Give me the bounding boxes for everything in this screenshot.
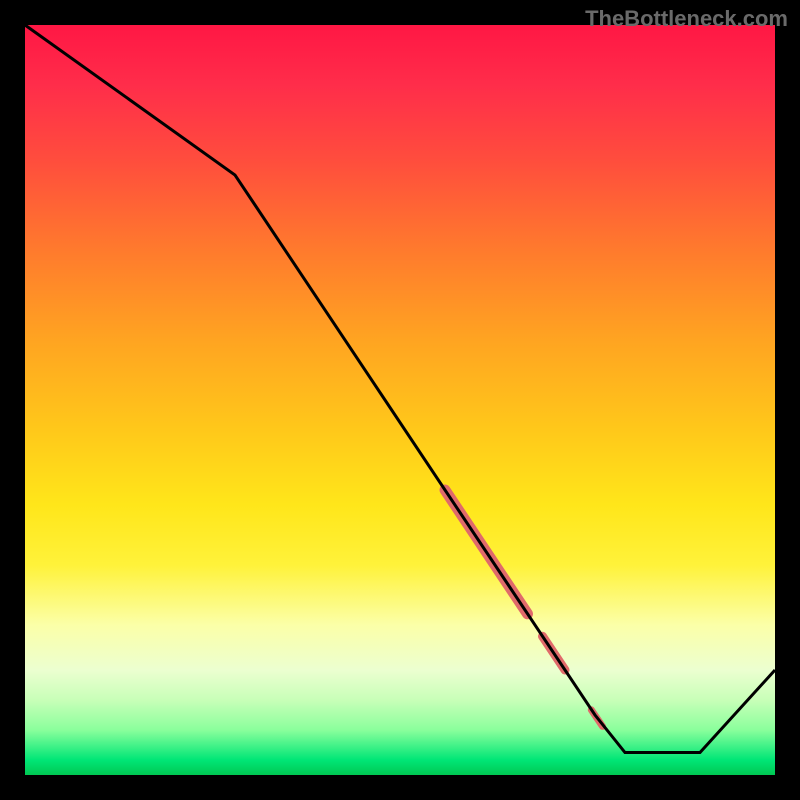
watermark-text: TheBottleneck.com [585,6,788,32]
chart-line [25,25,775,753]
chart-plot-area [25,25,775,775]
chart-overlay [25,25,775,775]
